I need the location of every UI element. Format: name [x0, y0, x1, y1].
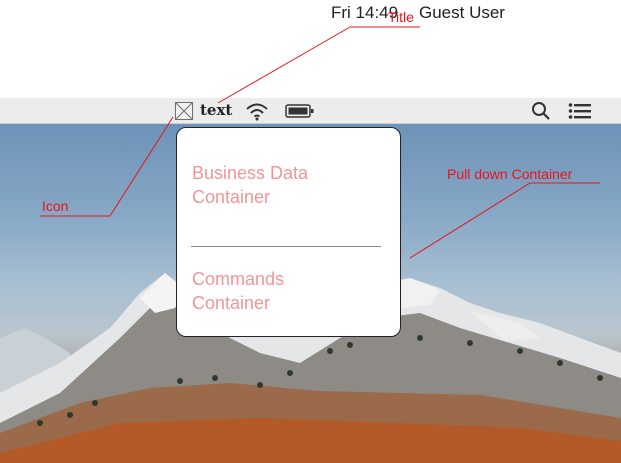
title-leader: [217, 26, 351, 104]
pulldown-annotation: Pull down Container: [447, 166, 573, 182]
icon-annotation: Icon: [42, 198, 69, 214]
title-annotation: Title: [388, 9, 414, 25]
annotation-lines: [40, 26, 600, 259]
icon-leader: [109, 116, 174, 217]
pulldown-leader: [409, 182, 531, 259]
